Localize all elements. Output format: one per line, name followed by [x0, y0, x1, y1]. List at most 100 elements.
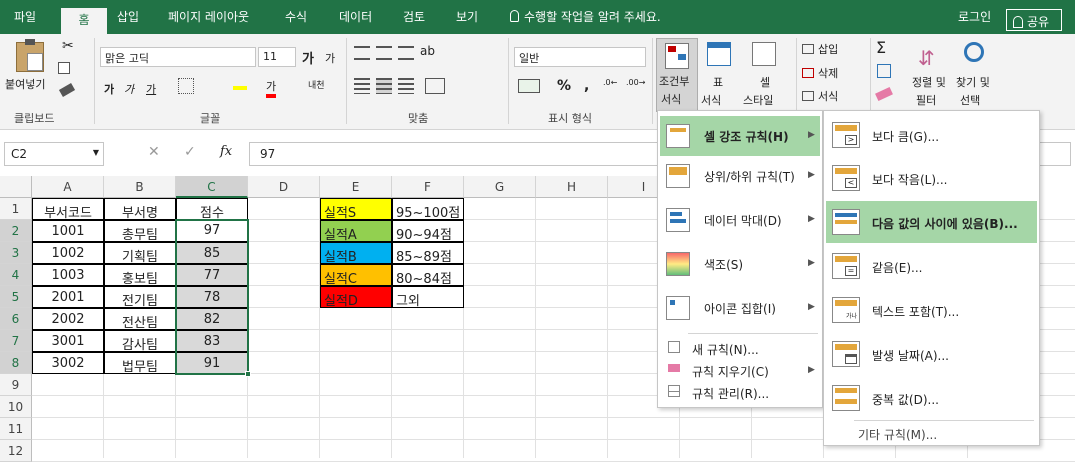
cell-styles-label-2[interactable]: 스타일 — [743, 92, 773, 108]
header-cell[interactable]: 부서코드 — [32, 198, 104, 220]
percent-icon[interactable]: % — [557, 78, 571, 94]
table-cell[interactable]: 감사팀 — [104, 330, 176, 352]
insert-cells-button[interactable]: 삽입 — [802, 41, 838, 57]
table-cell[interactable]: 2001 — [32, 286, 104, 308]
menu-item-new-rule[interactable]: 새 규칙(N)... — [660, 337, 820, 359]
phonetic-button[interactable]: 내천 — [308, 78, 325, 91]
align-right-icon[interactable] — [398, 78, 414, 94]
increase-decimal-icon[interactable]: .0← — [603, 78, 617, 87]
align-center-icon[interactable] — [376, 78, 392, 94]
submenu-item-between[interactable]: 다음 값의 사이에 있음(B)... — [826, 201, 1037, 243]
cell-styles-label-1[interactable]: 셀 — [760, 74, 770, 90]
column-header[interactable]: G — [464, 176, 536, 198]
grade-label-cell[interactable]: 실적B — [320, 242, 392, 264]
sort-filter-label-1[interactable]: 정렬 및 — [912, 74, 946, 90]
paste-button[interactable]: 붙여넣기 — [5, 76, 45, 92]
fill-icon[interactable] — [877, 64, 891, 78]
row-header[interactable]: 12 — [0, 440, 32, 462]
tab-view[interactable]: 보기 — [456, 8, 478, 25]
shrink-font-icon[interactable]: 가 — [325, 50, 335, 66]
column-header[interactable]: D — [248, 176, 320, 198]
grade-range-cell[interactable]: 85~89점 — [392, 242, 464, 264]
row-header[interactable]: 4 — [0, 264, 32, 286]
grade-range-cell[interactable]: 그외 — [392, 286, 464, 308]
row-header[interactable]: 7 — [0, 330, 32, 352]
table-cell[interactable]: 법무팀 — [104, 352, 176, 374]
row-header[interactable]: 8 — [0, 352, 32, 374]
table-cell[interactable]: 3002 — [32, 352, 104, 374]
table-cell[interactable]: 전기팀 — [104, 286, 176, 308]
bold-button[interactable]: 가 — [104, 81, 114, 97]
cell-styles-icon[interactable] — [752, 42, 776, 66]
submenu-item-text-contains[interactable]: 가나 텍스트 포함(T)... — [826, 289, 1037, 331]
enter-icon[interactable]: ✓ — [184, 144, 196, 160]
row-header[interactable]: 11 — [0, 418, 32, 440]
cut-icon[interactable]: ✂ — [62, 38, 74, 54]
grow-font-icon[interactable]: 가 — [302, 48, 314, 67]
row-header[interactable]: 5 — [0, 286, 32, 308]
find-select-label-2[interactable]: 선택 — [960, 92, 980, 108]
row-header[interactable]: 10 — [0, 396, 32, 418]
comma-icon[interactable]: , — [584, 78, 589, 94]
header-cell[interactable]: 부서명 — [104, 198, 176, 220]
number-format-combo[interactable]: 일반 — [514, 47, 646, 67]
row-header[interactable]: 9 — [0, 374, 32, 396]
orientation-icon[interactable]: ab — [420, 44, 438, 62]
align-top-icon[interactable] — [354, 46, 370, 60]
font-name-combo[interactable]: 맑은 고딕 — [100, 47, 256, 67]
grade-label-cell[interactable]: 실적D — [320, 286, 392, 308]
tab-data[interactable]: 데이터 — [339, 8, 372, 25]
merge-center-icon[interactable] — [425, 78, 445, 94]
find-select-label-1[interactable]: 찾기 및 — [956, 74, 990, 90]
find-select-icon[interactable] — [964, 42, 984, 62]
menu-item-clear-rules[interactable]: 규칙 지우기(C) ▶ — [660, 359, 820, 381]
paste-icon[interactable] — [16, 39, 44, 72]
menu-item-highlight-rules[interactable]: 셀 강조 규칙(H) ▶ — [660, 116, 820, 156]
underline-button[interactable]: 가 — [146, 81, 156, 97]
italic-button[interactable]: 가 — [124, 81, 134, 97]
menu-item-color-scales[interactable]: 색조(S) ▶ — [660, 244, 820, 284]
format-as-table-label-2[interactable]: 서식 — [701, 92, 721, 108]
format-cells-button[interactable]: 서식 — [802, 88, 838, 104]
menu-item-manage-rules[interactable]: 규칙 관리(R)... — [660, 381, 820, 403]
table-cell[interactable]: 2002 — [32, 308, 104, 330]
row-header[interactable]: 2 — [0, 220, 32, 242]
tell-me-box[interactable]: 수행할 작업을 알려 주세요. — [510, 8, 661, 25]
format-painter-icon[interactable] — [58, 83, 76, 97]
delete-cells-button[interactable]: 삭제 — [802, 65, 838, 81]
fill-handle[interactable] — [245, 371, 251, 377]
select-all-button[interactable] — [0, 176, 32, 198]
column-header[interactable]: A — [32, 176, 104, 198]
column-header[interactable]: B — [104, 176, 176, 198]
fill-color-icon[interactable] — [233, 78, 247, 90]
sort-filter-label-2[interactable]: 필터 — [916, 92, 936, 108]
table-cell[interactable]: 1002 — [32, 242, 104, 264]
grade-label-cell[interactable]: 실적A — [320, 220, 392, 242]
table-cell[interactable]: 3001 — [32, 330, 104, 352]
share-button[interactable]: 공유 — [1006, 9, 1062, 31]
copy-icon[interactable] — [58, 62, 70, 74]
table-cell[interactable]: 기획팀 — [104, 242, 176, 264]
tab-file[interactable]: 파일 — [14, 8, 36, 25]
row-header[interactable]: 1 — [0, 198, 32, 220]
table-cell[interactable]: 전산팀 — [104, 308, 176, 330]
conditional-format-button[interactable]: 조건부 서식 — [656, 38, 698, 112]
insert-function-icon[interactable]: fx — [220, 144, 232, 159]
submenu-item-equal-to[interactable]: = 같음(E)... — [826, 245, 1037, 287]
font-color-button[interactable]: 가 — [266, 78, 277, 98]
submenu-item-less-than[interactable]: < 보다 작음(L)... — [826, 157, 1037, 199]
grade-range-cell[interactable]: 90~94점 — [392, 220, 464, 242]
tab-home[interactable]: 홈 — [61, 8, 107, 34]
submenu-item-more-rules[interactable]: 기타 규칙(M)... — [826, 423, 1037, 445]
submenu-item-duplicate-values[interactable]: 중복 값(D)... — [826, 377, 1037, 419]
login-link[interactable]: 로그인 — [958, 8, 991, 25]
column-header[interactable]: C — [176, 176, 248, 198]
submenu-item-date-occurring[interactable]: 발생 날짜(A)... — [826, 333, 1037, 375]
tab-page-layout[interactable]: 페이지 레이아웃 — [168, 8, 249, 25]
table-cell[interactable]: 1001 — [32, 220, 104, 242]
menu-item-data-bars[interactable]: 데이터 막대(D) ▶ — [660, 200, 820, 240]
cancel-icon[interactable]: ✕ — [148, 144, 160, 160]
decrease-decimal-icon[interactable]: .00→ — [626, 78, 645, 87]
autosum-icon[interactable]: Σ — [876, 38, 886, 57]
font-size-combo[interactable]: 11 — [258, 47, 296, 67]
